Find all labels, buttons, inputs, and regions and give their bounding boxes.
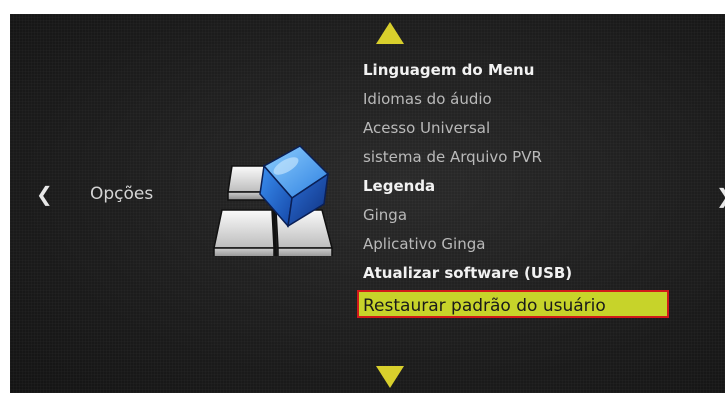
menu-item-restore-user-defaults[interactable]: Restaurar padrão do usuário bbox=[357, 290, 669, 318]
options-cube-icon bbox=[213, 145, 333, 256]
options-menu-screen: ❮ Opções Linguagem do Menu Idiomas do áu… bbox=[10, 14, 725, 393]
section-title: Opções bbox=[90, 184, 154, 204]
triangle-down-icon[interactable] bbox=[376, 366, 404, 388]
chevron-right-icon[interactable]: ❯ bbox=[716, 186, 725, 206]
menu-item-menu-language[interactable]: Linguagem do Menu bbox=[358, 56, 698, 85]
options-menu-list: Linguagem do Menu Idiomas do áudio Acess… bbox=[357, 56, 698, 318]
menu-item-subtitles[interactable]: Legenda bbox=[358, 172, 698, 201]
tv-frame: ❮ Opções Linguagem do Menu Idiomas do áu… bbox=[0, 0, 725, 393]
menu-item-pvr-file-system[interactable]: sistema de Arquivo PVR bbox=[358, 143, 698, 172]
menu-item-software-update-usb[interactable]: Atualizar software (USB) bbox=[358, 259, 698, 288]
menu-item-audio-languages[interactable]: Idiomas do áudio bbox=[358, 85, 698, 114]
triangle-up-icon[interactable] bbox=[376, 22, 404, 44]
chevron-left-icon[interactable]: ❮ bbox=[36, 184, 53, 204]
menu-item-universal-access[interactable]: Acesso Universal bbox=[358, 114, 698, 143]
menu-item-ginga[interactable]: Ginga bbox=[358, 201, 698, 230]
menu-item-ginga-application[interactable]: Aplicativo Ginga bbox=[358, 230, 698, 259]
